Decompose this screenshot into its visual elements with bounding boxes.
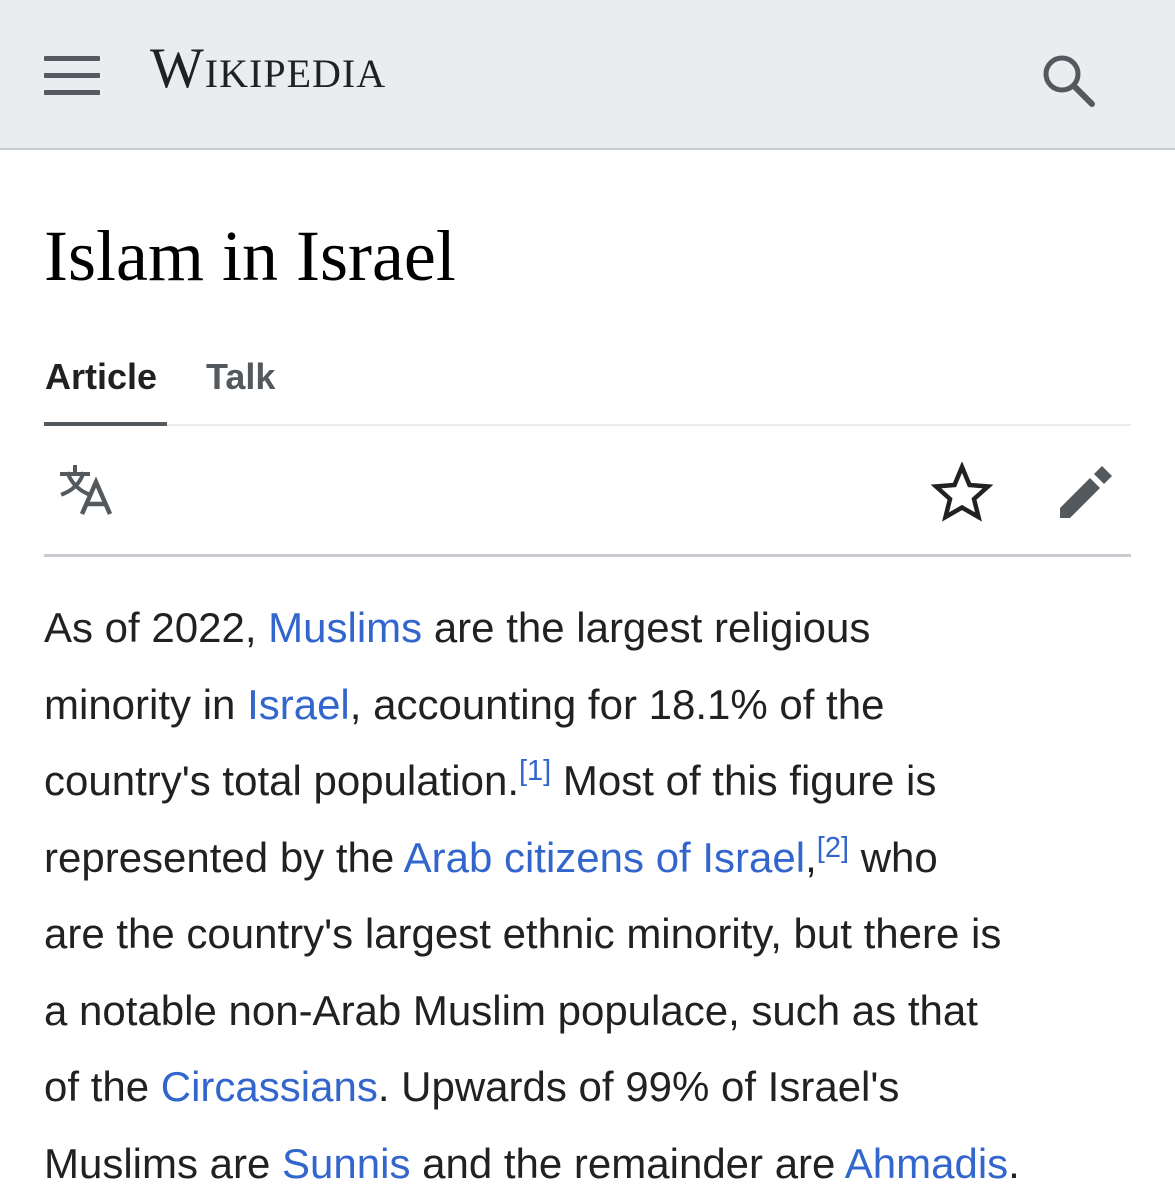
text-segment: . Upwards of 99% of Israel's <box>377 1063 900 1110</box>
pencil-edit-icon[interactable] <box>1054 460 1118 524</box>
tab-talk[interactable]: Talk <box>206 356 275 398</box>
page-actions-bar <box>44 426 1131 557</box>
language-icon[interactable] <box>58 464 122 520</box>
menu-bar <box>44 56 100 61</box>
reference-link-1[interactable]: [1] <box>519 755 551 787</box>
text-segment: who <box>849 833 938 881</box>
text-segment: minority in <box>44 680 248 728</box>
text-segment: Muslims are <box>44 1139 283 1187</box>
link-israel[interactable]: Israel <box>247 681 350 728</box>
search-icon[interactable] <box>1040 52 1100 108</box>
link-arab-citizens-of-israel[interactable]: Arab citizens of Israel <box>404 834 806 881</box>
link-muslims[interactable]: Muslims <box>268 604 422 651</box>
menu-bar <box>44 90 100 95</box>
text-segment: , <box>805 833 817 881</box>
text-segment: represented by the <box>44 833 404 881</box>
menu-bar <box>44 73 100 78</box>
hamburger-menu-icon[interactable] <box>44 54 102 100</box>
text-segment: , accounting for 18.1% of the <box>349 680 885 728</box>
text-segment: . <box>1008 1139 1020 1187</box>
article-lead-paragraph: As of 2022, Muslims are the largest reli… <box>44 590 1144 1200</box>
link-sunnis[interactable]: Sunnis <box>282 1140 410 1187</box>
text-segment: of the <box>44 1063 161 1110</box>
reference-link-2[interactable]: [2] <box>817 832 849 864</box>
star-icon[interactable] <box>930 461 994 522</box>
text-segment: are the country's largest ethnic minorit… <box>44 910 1002 957</box>
link-ahmadis[interactable]: Ahmadis <box>845 1140 1008 1187</box>
text-segment: are the largest religious <box>422 604 871 651</box>
text-segment: country's total population. <box>44 757 519 804</box>
wikipedia-wordmark[interactable]: Wikipedia <box>150 40 386 97</box>
tab-article[interactable]: Article <box>45 356 157 398</box>
top-header: Wikipedia <box>0 0 1175 150</box>
link-circassians[interactable]: Circassians <box>161 1063 378 1110</box>
text-segment: Most of this figure is <box>551 757 937 804</box>
text-segment: As of 2022, <box>44 604 269 651</box>
text-segment: a notable non-Arab Muslim populace, such… <box>44 986 978 1034</box>
text-segment: and the remainder are <box>410 1139 845 1187</box>
page-title: Islam in Israel <box>44 216 456 296</box>
page-tabs: Article Talk <box>44 350 1131 426</box>
